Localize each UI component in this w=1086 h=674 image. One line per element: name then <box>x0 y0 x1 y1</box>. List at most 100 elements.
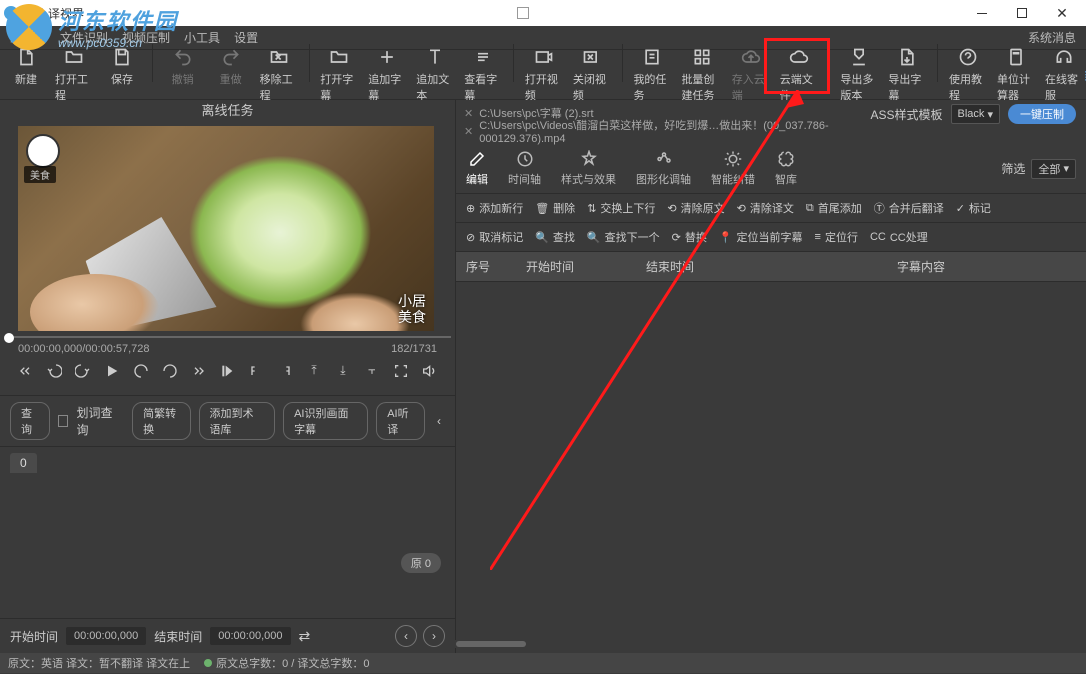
col-start-time[interactable]: 开始时间 <box>526 258 646 275</box>
ai-ocr-button[interactable]: AI识别画面字幕 <box>283 402 368 440</box>
open-project-button[interactable]: 打开工程 <box>54 44 94 105</box>
simp-trad-button[interactable]: 简繁转换 <box>132 402 190 440</box>
plus-icon <box>376 46 398 68</box>
col-index[interactable]: 序号 <box>466 258 526 275</box>
cloud-files-button[interactable]: 云端文件 <box>779 44 819 105</box>
skip-back-icon[interactable] <box>16 361 35 381</box>
col-content[interactable]: 字幕内容 <box>766 258 1076 275</box>
remove-project-button[interactable]: 移除工程 <box>259 44 299 105</box>
horizontal-scrollbar[interactable] <box>452 640 1086 648</box>
replay-icon[interactable] <box>74 361 93 381</box>
col-end-time[interactable]: 结束时间 <box>646 258 766 275</box>
ass-template-select[interactable]: Black ▾ <box>951 104 1000 124</box>
add-glossary-button[interactable]: 添加到术语库 <box>199 402 276 440</box>
export-subtitle-button[interactable]: 导出字幕 <box>887 44 927 105</box>
prev-subtitle-button[interactable]: ‹ <box>395 625 417 647</box>
forward-icon[interactable] <box>131 361 150 381</box>
batch-create-button[interactable]: 批量创建任务 <box>680 44 722 105</box>
fast-forward-icon[interactable] <box>160 361 179 381</box>
ai-listen-button[interactable]: AI听译 <box>376 402 425 440</box>
help-icon <box>957 46 979 68</box>
word-lookup-label: 划词查询 <box>76 404 116 438</box>
mark-start-icon[interactable] <box>218 361 237 381</box>
merge-translate-button[interactable]: Ⓣ 合并后翻译 <box>874 200 944 216</box>
channel-avatar-icon <box>26 134 60 168</box>
find-next-button[interactable]: 🔍 查找下一个 <box>587 229 660 245</box>
unmark-button[interactable]: ⊘ 取消标记 <box>466 229 523 245</box>
goto-prev-icon[interactable]: ⤒ <box>305 361 324 381</box>
swap-rows-button[interactable]: ⇅ 交换上下行 <box>587 200 655 216</box>
delete-row-button[interactable]: 🗑 删除 <box>535 200 575 216</box>
tab-graphic-adjust[interactable]: 图形化调轴 <box>636 150 691 187</box>
tab-smart-correct[interactable]: 智能纠错 <box>711 150 755 187</box>
start-time-label: 开始时间 <box>10 628 58 645</box>
filter-label: 筛选 <box>1001 160 1025 177</box>
append-subtitle-button[interactable]: 追加字幕 <box>367 44 407 105</box>
close-file2-icon[interactable]: ✕ <box>464 125 473 138</box>
add-row-button[interactable]: ⊕ 添加新行 <box>466 200 523 216</box>
rewind-icon[interactable] <box>45 361 64 381</box>
maximize-button[interactable] <box>1002 1 1042 25</box>
style-icon <box>580 150 598 168</box>
status-bar: 原文：英语 译文：暂不翻译 译文在上 原文总字数：0 / 译文总字数：0 <box>0 653 1086 673</box>
close-video-button[interactable]: 关闭视频 <box>572 44 612 105</box>
replace-button[interactable]: ⟳ 替换 <box>672 229 707 245</box>
save-cloud-button[interactable]: 存入云端 <box>731 44 771 105</box>
cc-process-button[interactable]: CC CC处理 <box>870 229 928 245</box>
help-button[interactable]: 使用教程 <box>948 44 988 105</box>
add-head-tail-button[interactable]: ⧉ 首尾添加 <box>806 200 862 216</box>
close-button[interactable]: ✕ <box>1042 1 1082 25</box>
volume-icon[interactable] <box>420 361 439 381</box>
start-time-input[interactable]: 00:00:00,000 <box>66 627 146 645</box>
mode-tabs: 编辑 时间轴 样式与效果 图形化调轴 智能纠错 智库 筛选 全部 ▾ <box>456 144 1086 194</box>
my-tasks-button[interactable]: 我的任务 <box>632 44 672 105</box>
locate-current-button[interactable]: 📍 定位当前字幕 <box>719 229 803 245</box>
tab-edit[interactable]: 编辑 <box>466 150 488 187</box>
one-key-compress-button[interactable]: 一键压制 <box>1008 104 1076 124</box>
swap-time-icon[interactable]: ⇄ <box>299 628 311 645</box>
goto-next-icon[interactable]: ⤓ <box>333 361 352 381</box>
minimize-button[interactable] <box>962 1 1002 25</box>
open-video-button[interactable]: 打开视频 <box>524 44 564 105</box>
word-lookup-checkbox[interactable] <box>58 415 68 427</box>
clear-translation-button[interactable]: ⟲ 清除译文 <box>737 200 794 216</box>
subtitle-tab-0[interactable]: 0 <box>10 453 37 473</box>
file-tab-2[interactable]: C:\Users\pc\Videos\醋溜白菜这样做，好吃到爆…做出来！(00_… <box>479 117 852 145</box>
status-dot-icon <box>204 659 212 667</box>
mark-button[interactable]: ✓ 标记 <box>956 200 991 216</box>
subtitle-table-header: 序号 开始时间 结束时间 字幕内容 <box>456 252 1086 282</box>
tab-style-effect[interactable]: 样式与效果 <box>561 150 616 187</box>
fullscreen-icon[interactable] <box>391 361 410 381</box>
lookup-button[interactable]: 查询 <box>10 402 50 440</box>
filter-select[interactable]: 全部 ▾ <box>1031 159 1076 179</box>
tab-timeline[interactable]: 时间轴 <box>508 150 541 187</box>
support-button[interactable]: 在线客服 <box>1044 44 1084 105</box>
tasks-icon <box>641 46 663 68</box>
range-a-icon[interactable] <box>247 361 266 381</box>
find-button[interactable]: 🔍 查找 <box>535 229 575 245</box>
undo-button[interactable]: 撤销 <box>163 44 203 89</box>
tab-knowledge[interactable]: 智库 <box>775 150 797 187</box>
watermark-logo-icon <box>6 4 52 50</box>
append-text-button[interactable]: 追加文本 <box>415 44 455 105</box>
subtitle-table-body[interactable] <box>456 282 1086 653</box>
video-preview[interactable]: 美食 小居美食 <box>18 126 434 331</box>
calculator-button[interactable]: 单位计算器 <box>996 44 1036 105</box>
redo-button[interactable]: 重做 <box>211 44 251 89</box>
close-file1-icon[interactable]: ✕ <box>464 107 473 120</box>
new-button[interactable]: 新建 <box>6 44 46 89</box>
end-time-input[interactable]: 00:00:00,000 <box>210 627 290 645</box>
export-multi-button[interactable]: 导出多版本 <box>839 44 879 105</box>
clear-original-button[interactable]: ⟲ 清除原文 <box>667 200 724 216</box>
subtitle-editor[interactable] <box>10 473 445 593</box>
locate-line-button[interactable]: ≡ 定位行 <box>815 229 858 245</box>
more-tools-icon[interactable]: ‹ <box>433 414 445 428</box>
view-subtitle-button[interactable]: 查看字幕 <box>463 44 503 105</box>
skip-end-icon[interactable] <box>189 361 208 381</box>
save-button[interactable]: 保存 <box>102 44 142 89</box>
split-icon[interactable]: ⫟ <box>362 361 381 381</box>
open-subtitle-button[interactable]: 打开字幕 <box>319 44 359 105</box>
play-button[interactable] <box>103 361 122 381</box>
next-subtitle-button[interactable]: › <box>423 625 445 647</box>
range-b-icon[interactable] <box>276 361 295 381</box>
